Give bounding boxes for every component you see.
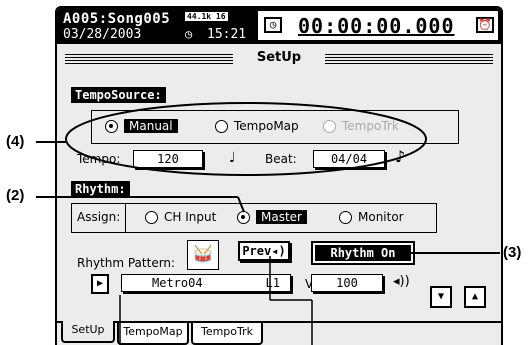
pattern-name: Metro04 [152,276,203,290]
counter-value: 00:00:00.000 [298,14,455,38]
radio-label: TempoMap [234,119,299,133]
beat-label: Beat: [265,152,297,166]
clock-icon: ◷ [185,27,193,41]
radio-tempomap[interactable]: TempoMap [215,119,299,133]
radio-label: Monitor [358,210,404,224]
scroll-down-icon[interactable]: ▼ [430,286,452,308]
tempo-label: Tempo: [77,152,121,166]
radio-manual[interactable]: Manual [105,119,178,133]
assign-label: Assign: [77,210,121,224]
radio-dot [237,210,250,224]
radio-master[interactable]: Master [237,210,307,224]
pattern-slot: L1 [265,276,280,290]
assign-divider [125,204,126,232]
metronome-icon[interactable]: ♪ [395,147,405,166]
callout-4: (4) [6,133,25,150]
alarm-clock-icon[interactable]: ⏰ [476,17,494,33]
scroll-up-icon[interactable]: ▲ [464,286,486,308]
radio-label: Master [256,210,307,224]
radio-dot [339,210,352,224]
tab-tempotrk[interactable]: TempoTrk [191,323,263,345]
page-title-bar: SetUp [65,49,493,69]
radio-label: CH Input [164,210,217,224]
callout-2: (2) [6,187,25,204]
rhythm-label: Rhythm: [71,181,130,197]
tab-tempomap[interactable]: TempoMap [117,323,189,345]
sample-rate-badge: 44.1k 16 [185,12,228,21]
volume-speaker-icon: ◂)) [393,274,410,289]
rhythm-on-button[interactable]: Rhythm On [311,241,415,265]
radio-tempotrk: TempoTrk [323,119,399,133]
callout-3: (3) [503,244,522,261]
radio-dot [215,119,228,133]
radio-label: Manual [124,119,178,133]
tempo-field[interactable]: 120 [133,150,203,168]
device-screen: A005:Song005 03/28/2003 44.1k 16 ◷ 15:21… [55,6,503,345]
radio-dot [323,119,336,133]
time-counter: ◷ 00:00:00.000 ⏰ [257,10,499,41]
drum-kit-icon: 🥁 [187,240,219,270]
status-bar: A005:Song005 03/28/2003 44.1k 16 ◷ 15:21… [57,8,501,44]
tempo-source-label: TempoSource: [71,87,166,103]
tab-bar: SetUp TempoMap TempoTrk [57,321,501,345]
play-pattern-icon[interactable]: ▶ [91,274,109,294]
prev-label: Prev [242,244,272,258]
pattern-field[interactable]: Metro04 L1 [121,274,291,292]
radio-dot [105,119,118,133]
song-date: 03/28/2003 [63,27,142,42]
page-title: SetUp [256,50,302,65]
radio-ch-input[interactable]: CH Input [145,210,216,224]
tab-setup[interactable]: SetUp [61,321,115,343]
vol-field[interactable]: 100 [311,274,383,292]
radio-label: TempoTrk [342,119,399,133]
time-display-icon[interactable]: ◷ [264,17,282,33]
radio-dot [145,210,158,224]
clock-time: 15:21 [207,27,247,42]
quarter-note-icon: ♩ [229,150,236,166]
beat-field[interactable]: 04/04 [313,150,385,168]
prev-button[interactable]: Prev◂) [238,241,290,261]
radio-monitor[interactable]: Monitor [339,210,404,224]
rhythm-pattern-label: Rhythm Pattern: [77,256,176,270]
song-name: A005:Song005 [63,11,171,27]
speaker-icon: ◂) [271,244,286,258]
